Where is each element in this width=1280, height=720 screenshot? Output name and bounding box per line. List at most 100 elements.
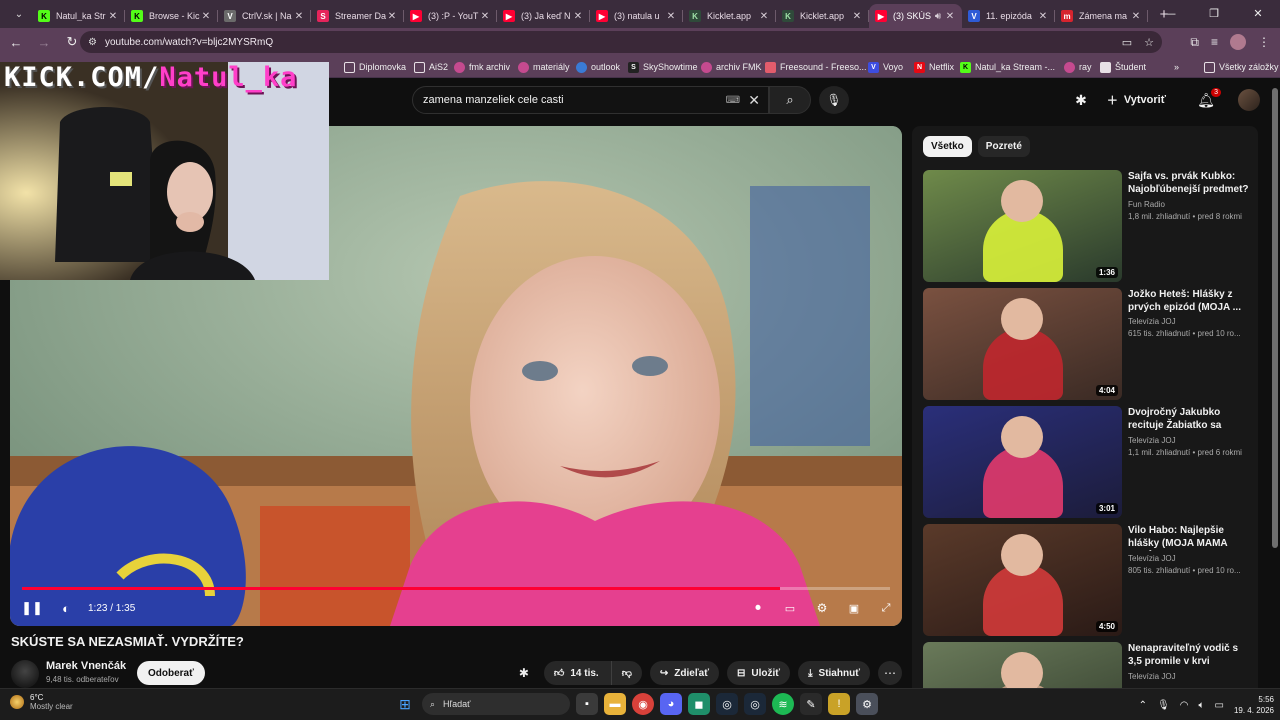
browser-tab[interactable]: ▶ (3) SKÚS 🔊︎ ✕ — [869, 4, 962, 28]
browser-tab[interactable]: V 11. epizóda ✕ — [962, 4, 1055, 28]
steam-active-icon[interactable]: ◎ — [744, 693, 766, 715]
settings-app-icon[interactable]: ⚙ — [856, 693, 878, 715]
microphone-icon[interactable]: 🎙︎ — [1157, 700, 1170, 711]
clock[interactable]: 5:56 19. 4. 2026 — [1234, 694, 1274, 716]
recommended-video-title[interactable]: Sajfa vs. prvák Kubko: Najobľúbenejší pr… — [1128, 170, 1251, 197]
steam-icon[interactable]: ◎ — [716, 693, 738, 715]
download-button[interactable]: ⤓ Stiahnuť — [798, 661, 870, 685]
search-input[interactable]: zamena manzeliek cele casti ⌨ ✕ — [412, 86, 769, 114]
bookmark-item[interactable]: K Natul_ka Stream -... — [960, 59, 1055, 75]
discord-icon[interactable]: ◕ — [660, 693, 682, 715]
bookmark-item[interactable]: archiv FMK — [701, 59, 762, 75]
theater-mode-icon[interactable]: ▣ — [838, 602, 870, 615]
tab-audio-icon[interactable]: 🔊︎ — [932, 11, 944, 22]
bookmark-item[interactable]: AiS2 — [414, 59, 448, 75]
browser-tab[interactable]: K Kicklet.app ✕ — [776, 4, 869, 28]
tab-close-icon[interactable]: ✕ — [1037, 11, 1049, 22]
save-button[interactable]: ⊟ Uložiť — [727, 661, 791, 685]
video-thumbnail[interactable] — [923, 642, 1122, 688]
video-thumbnail[interactable]: 4:04 — [923, 288, 1122, 400]
app-green-icon[interactable]: ◼ — [688, 693, 710, 715]
tab-close-icon[interactable]: ✕ — [944, 11, 956, 22]
tab-search-icon[interactable]: ⌄ — [6, 4, 32, 24]
app-yellow-icon[interactable]: ! — [828, 693, 850, 715]
chip-all[interactable]: Všetko — [923, 136, 972, 157]
tab-close-icon[interactable]: ✕ — [293, 11, 305, 22]
task-view-icon[interactable]: ▪ — [576, 693, 598, 715]
recommended-video[interactable]: 3:01 Dvojročný Jakubko recituje Žabiatko … — [923, 406, 1253, 518]
recommended-video[interactable]: 4:04 Jožko Heteš: Hlášky z prvých epizód … — [923, 288, 1253, 400]
clear-search-icon[interactable]: ✕ — [748, 92, 760, 109]
cast-icon[interactable]: ▭ — [1122, 36, 1132, 49]
fullscreen-icon[interactable]: ⤢ — [870, 602, 902, 615]
taskbar-search[interactable]: ⌕ Hľadať — [422, 693, 570, 715]
dislike-button[interactable]: 👎︎ — [610, 661, 642, 685]
notifications-button[interactable]: 🔔︎ 3 — [1192, 87, 1221, 109]
search-button[interactable]: ⌕ — [769, 86, 811, 114]
url-text[interactable]: youtube.com/watch?v=bljc2MYSRmQ — [105, 37, 273, 48]
profile-avatar[interactable] — [1230, 34, 1246, 50]
spotify-icon[interactable]: ≋ — [772, 693, 794, 715]
kick-extension-icon[interactable]: ✱ — [1075, 92, 1087, 109]
tab-close-icon[interactable]: ✕ — [1130, 11, 1142, 22]
recommended-video-title[interactable]: Jožko Heteš: Hlášky z prvých epizód (MOJ… — [1128, 288, 1251, 314]
volume-icon[interactable]: ◐ — [54, 601, 78, 616]
bookmark-item[interactable]: ray — [1064, 59, 1092, 75]
like-button[interactable]: 👍︎ 14 tis. — [543, 661, 611, 685]
back-icon[interactable]: ← — [4, 35, 28, 50]
site-info-icon[interactable]: ⚙ — [88, 37, 97, 48]
kick-extension-small-icon[interactable]: ✱ — [512, 661, 536, 685]
keyboard-icon[interactable]: ⌨ — [726, 95, 740, 106]
bookmark-item[interactable]: S SkyShowtime — [628, 59, 698, 75]
browser-tab[interactable]: S Streamer Da ✕ — [311, 4, 404, 28]
browser-tab[interactable]: ▶ (3) natula u ✕ — [590, 4, 683, 28]
video-thumbnail[interactable]: 3:01 — [923, 406, 1122, 518]
windows-start-icon[interactable]: ⊞ — [394, 693, 416, 715]
channel-name[interactable]: Marek Vnenčák — [46, 660, 126, 672]
channel-avatar[interactable] — [11, 660, 39, 688]
video-thumbnail[interactable]: 1:36 — [923, 170, 1122, 282]
tab-close-icon[interactable]: ✕ — [479, 11, 491, 22]
omnibox[interactable]: ⚙ youtube.com/watch?v=bljc2MYSRmQ ▭ ☆ — [80, 31, 1162, 53]
account-avatar[interactable] — [1238, 89, 1260, 111]
browser-tab[interactable]: K Kicklet.app ✕ — [683, 4, 776, 28]
bookmark-star-icon[interactable]: ☆ — [1144, 36, 1154, 49]
pause-icon[interactable]: ❚❚ — [10, 600, 54, 616]
wifi-icon[interactable]: ◠ — [1180, 700, 1189, 711]
browser-tab[interactable]: V CtrlV.sk | Na ✕ — [218, 4, 311, 28]
tab-close-icon[interactable]: ✕ — [200, 11, 212, 22]
bookmark-item[interactable]: materiály — [518, 59, 570, 75]
all-bookmarks-button[interactable]: Všetky záložky — [1204, 59, 1279, 75]
scrollbar-thumb[interactable] — [1272, 88, 1278, 548]
recommended-video-title[interactable]: Nenapraviteľný vodič s 3,5 promile v krv… — [1128, 642, 1251, 669]
bookmark-item[interactable]: Diplomovka — [344, 59, 406, 75]
create-button[interactable]: ＋ Vytvoriť — [1095, 86, 1178, 114]
browser-tab[interactable]: ▶ (3) Ja keď N ✕ — [497, 4, 590, 28]
tab-close-icon[interactable]: ✕ — [386, 11, 398, 22]
autoplay-toggle-icon[interactable]: ⏺ — [742, 602, 774, 615]
restore-icon[interactable]: ❐ — [1192, 0, 1236, 28]
chrome-icon[interactable]: ◉ — [632, 693, 654, 715]
browser-tab[interactable]: ▶ (3) :P - YouT ✕ — [404, 4, 497, 28]
bookmark-item[interactable]: fmk archiv — [454, 59, 510, 75]
tab-close-icon[interactable]: ✕ — [107, 11, 119, 22]
tab-close-icon[interactable]: ✕ — [572, 11, 584, 22]
settings-gear-icon[interactable]: ⚙ — [806, 601, 838, 615]
browser-menu-icon[interactable]: ⋮ — [1258, 35, 1270, 49]
browser-tab[interactable]: K Browse - Kic ✕ — [125, 4, 218, 28]
extensions-icon[interactable]: ⧉ — [1190, 35, 1199, 50]
bookmark-item[interactable]: V Voyo — [868, 59, 903, 75]
close-window-icon[interactable]: ✕ — [1236, 0, 1280, 28]
speaker-icon[interactable]: 🔈︎ — [1199, 700, 1205, 711]
share-button[interactable]: ↪ Zdieľať — [649, 661, 720, 685]
file-explorer-icon[interactable]: ▬ — [604, 693, 626, 715]
chip-watched[interactable]: Pozreté — [977, 136, 1030, 157]
search-query-text[interactable]: zamena manzeliek cele casti — [423, 94, 564, 106]
media-controls-icon[interactable]: ≡ — [1211, 35, 1218, 49]
bookmark-item[interactable]: Freesound - Freeso... — [765, 59, 867, 75]
bookmark-item[interactable]: Študent — [1100, 59, 1146, 75]
browser-tab[interactable]: m Zámena ma ✕ — [1055, 4, 1148, 28]
minimize-icon[interactable]: — — [1148, 0, 1192, 28]
video-thumbnail[interactable]: 4:50 — [923, 524, 1122, 636]
weather-widget[interactable]: 6°C Mostly clear — [10, 693, 73, 711]
